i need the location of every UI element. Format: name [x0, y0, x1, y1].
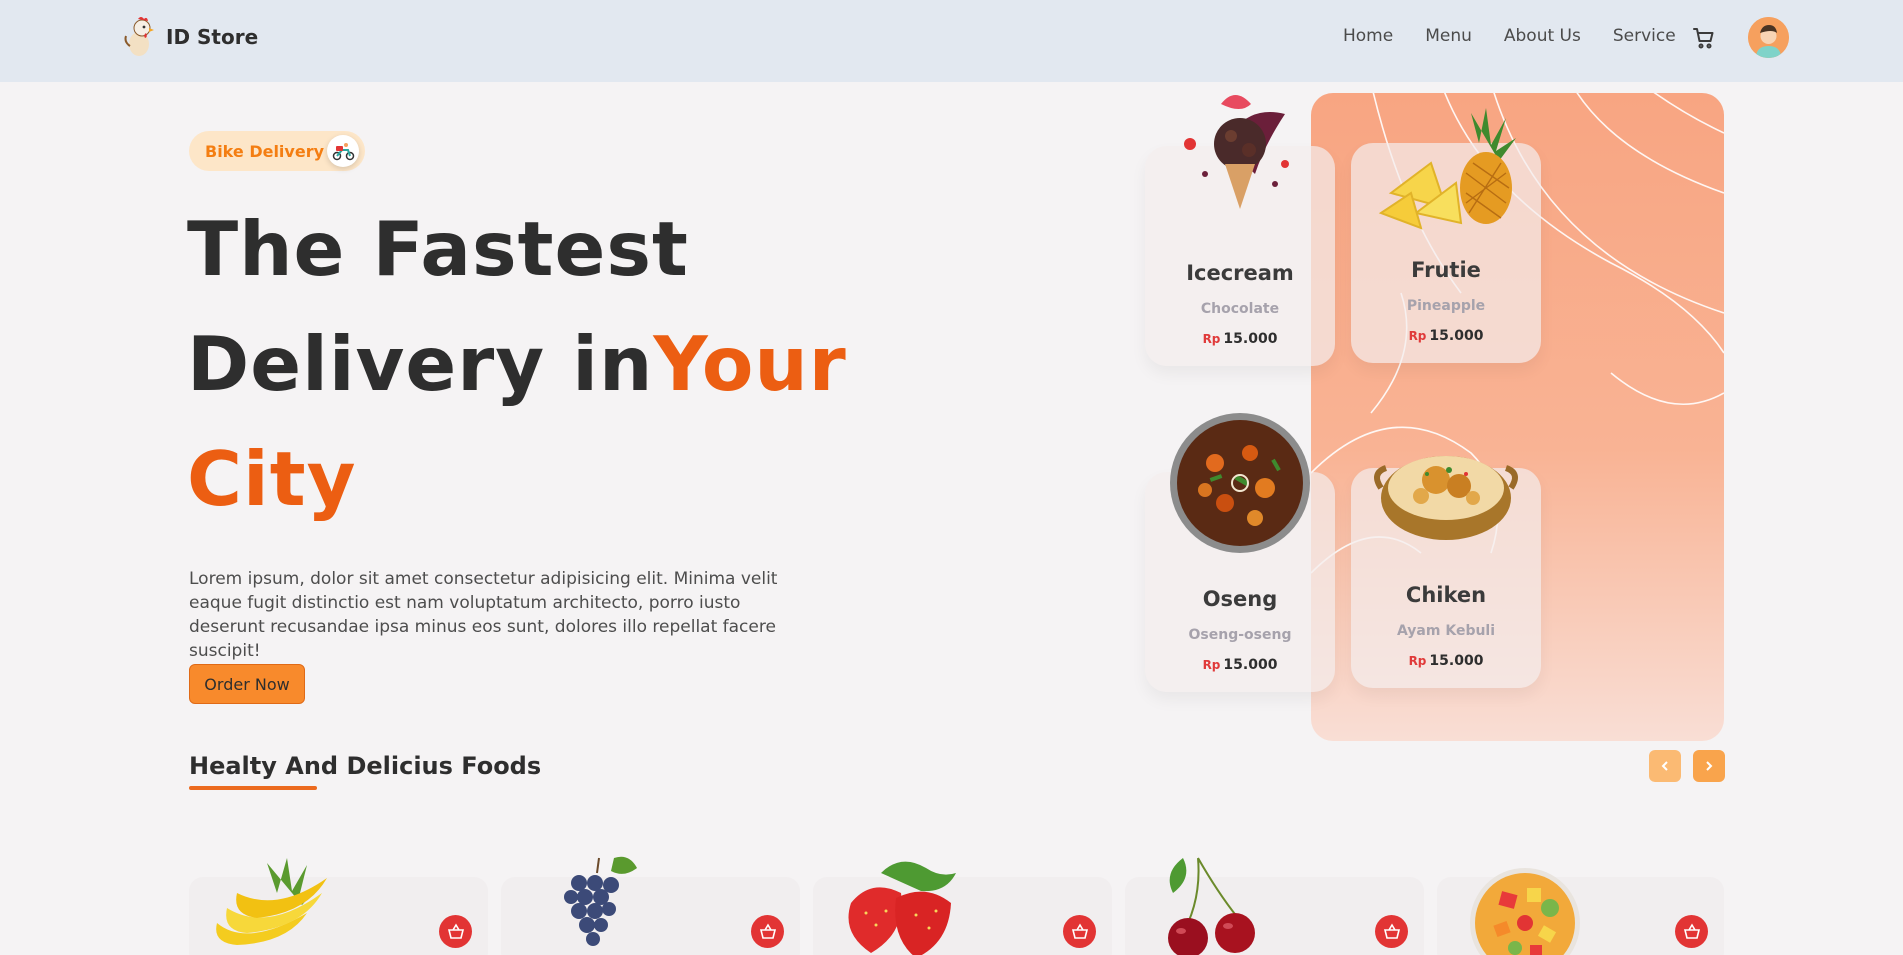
- card-subtitle: Pineapple: [1406, 298, 1486, 314]
- basket-icon: [1071, 922, 1088, 939]
- fruit-card-fruit-salad[interactable]: [1437, 868, 1724, 955]
- card-price: Rp 15.000: [1145, 331, 1335, 347]
- fruit-card-strawberry[interactable]: [813, 861, 1112, 955]
- headline-accent-your: Your: [653, 320, 847, 408]
- price-value: 15.000: [1223, 331, 1278, 347]
- brand-name: ID Store: [166, 25, 259, 49]
- nav-home[interactable]: Home: [1343, 26, 1393, 46]
- bike-delivery-badge: Bike Delivery: [189, 131, 365, 171]
- strawberry-image: [831, 853, 971, 955]
- chevron-right-icon: [1706, 761, 1713, 771]
- basket-icon: [1683, 922, 1700, 939]
- card-subtitle: Ayam Kebuli: [1396, 623, 1496, 639]
- card-title: Icecream: [1186, 261, 1294, 285]
- section-title: Healty And Delicius Foods: [189, 752, 542, 780]
- main-nav: Home Menu About Us Service: [1343, 26, 1676, 46]
- logo[interactable]: ID Store: [122, 16, 258, 58]
- food-card-icecream[interactable]: Icecream Chocolate Rp 15.000: [1145, 95, 1335, 366]
- scooter-icon: [327, 135, 359, 167]
- price-value: 15.000: [1223, 657, 1278, 673]
- headline-line-2: Delivery in: [187, 320, 654, 408]
- carousel-prev-button[interactable]: [1649, 750, 1681, 782]
- headline-line-1: The Fastest: [187, 205, 689, 293]
- card-subtitle: Chocolate: [1200, 301, 1280, 317]
- cart-icon[interactable]: [1692, 26, 1716, 50]
- ayam-kebuli-image: [1361, 418, 1531, 568]
- fruit-card-grapes[interactable]: [501, 856, 800, 955]
- rooster-logo-icon: [122, 16, 160, 58]
- card-title: Chiken: [1405, 583, 1487, 607]
- hero-description: Lorem ipsum, dolor sit amet consectetur …: [189, 569, 778, 661]
- add-to-basket-button[interactable]: [751, 915, 784, 948]
- pineapple-image: [1361, 103, 1531, 253]
- badge-label: Bike Delivery: [205, 141, 325, 161]
- card-title: Frutie: [1411, 258, 1481, 282]
- basket-icon: [759, 922, 776, 939]
- food-card-oseng[interactable]: Oseng Oseng-oseng Rp 15.000: [1145, 413, 1335, 692]
- basket-icon: [1383, 922, 1400, 939]
- fruit-salad-image: [1455, 853, 1595, 955]
- chevron-left-icon: [1661, 761, 1668, 771]
- user-avatar[interactable]: [1748, 17, 1789, 58]
- nav-service[interactable]: Service: [1613, 26, 1676, 46]
- oseng-dish-image: [1155, 408, 1325, 558]
- basket-icon: [447, 922, 464, 939]
- card-title: Oseng: [1202, 587, 1278, 611]
- add-to-basket-button[interactable]: [1675, 915, 1708, 948]
- food-card-chiken[interactable]: Chiken Ayam Kebuli Rp 15.000: [1351, 456, 1541, 688]
- hero-headline: The Fastest Delivery inYour City: [187, 192, 907, 537]
- cherry-image: [1143, 853, 1283, 955]
- icecream-image: [1155, 84, 1325, 234]
- price-value: 15.000: [1429, 328, 1484, 344]
- card-price: Rp 15.000: [1145, 657, 1335, 673]
- header: ID Store Home Menu About Us Service: [0, 0, 1903, 82]
- currency-label: Rp: [1202, 332, 1221, 346]
- nav-about-us[interactable]: About Us: [1504, 26, 1581, 46]
- nav-menu[interactable]: Menu: [1425, 26, 1472, 46]
- headline-accent-city: City: [187, 435, 357, 523]
- section-underline: [189, 786, 317, 790]
- fruit-card-cherry[interactable]: [1125, 857, 1424, 955]
- add-to-basket-button[interactable]: [1063, 915, 1096, 948]
- currency-label: Rp: [1408, 329, 1427, 343]
- carousel-next-button[interactable]: [1693, 750, 1725, 782]
- price-value: 15.000: [1429, 653, 1484, 669]
- order-now-button[interactable]: Order Now: [189, 664, 305, 704]
- currency-label: Rp: [1202, 658, 1221, 672]
- card-price: Rp 15.000: [1351, 328, 1541, 344]
- food-card-frutie[interactable]: Frutie Pineapple Rp 15.000: [1351, 108, 1541, 363]
- card-price: Rp 15.000: [1351, 653, 1541, 669]
- grapes-image: [519, 853, 659, 955]
- fruit-card-banana[interactable]: [189, 858, 488, 955]
- banana-image: [207, 853, 347, 955]
- card-subtitle: Oseng-oseng: [1188, 627, 1292, 643]
- currency-label: Rp: [1408, 654, 1427, 668]
- add-to-basket-button[interactable]: [439, 915, 472, 948]
- add-to-basket-button[interactable]: [1375, 915, 1408, 948]
